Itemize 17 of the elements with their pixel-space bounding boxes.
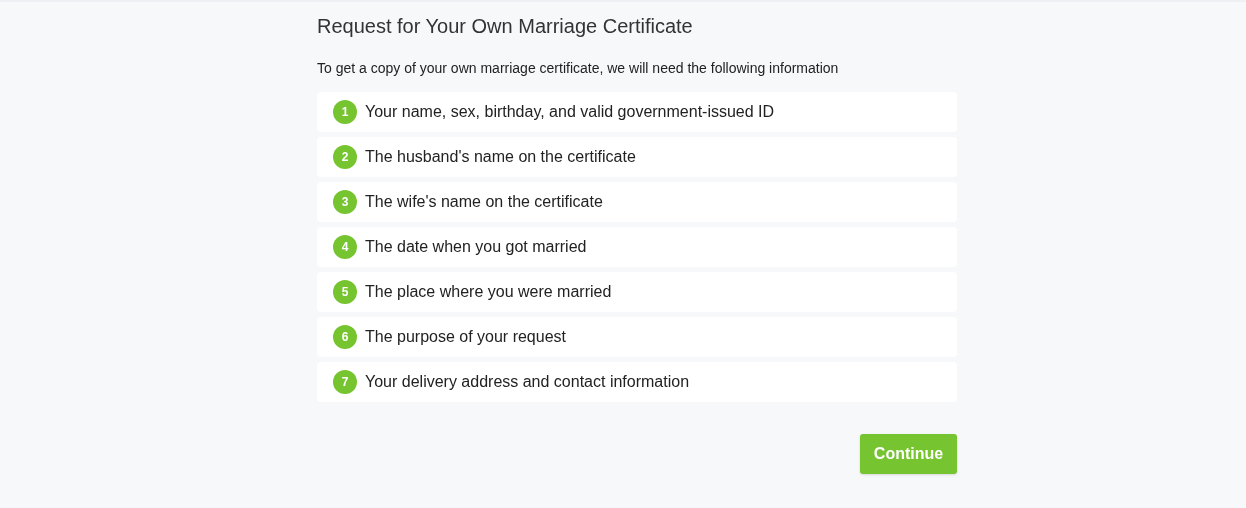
requirement-text: Your delivery address and contact information [365,372,690,392]
continue-button[interactable]: Continue [860,434,957,474]
page-title: Request for Your Own Marriage Certificate [317,14,693,39]
requirement-text: The wife's name on the certificate [365,192,603,212]
step-number-badge: 7 [333,370,357,394]
requirement-text: The date when you got married [365,237,587,257]
requirement-text: The husband's name on the certificate [365,147,636,167]
step-number-badge: 4 [333,235,357,259]
step-number-badge: 6 [333,325,357,349]
requirement-text: The purpose of your request [365,327,566,347]
step-number-badge: 5 [333,280,357,304]
step-number-badge: 3 [333,190,357,214]
intro-text: To get a copy of your own marriage certificate, we will need the following information [317,59,839,78]
step-number-badge: 1 [333,100,357,124]
requirement-text: Your name, sex, birthday, and valid government-issued ID [365,102,775,122]
step-number-badge: 2 [333,145,357,169]
requirement-text: The place where you were married [365,282,612,302]
